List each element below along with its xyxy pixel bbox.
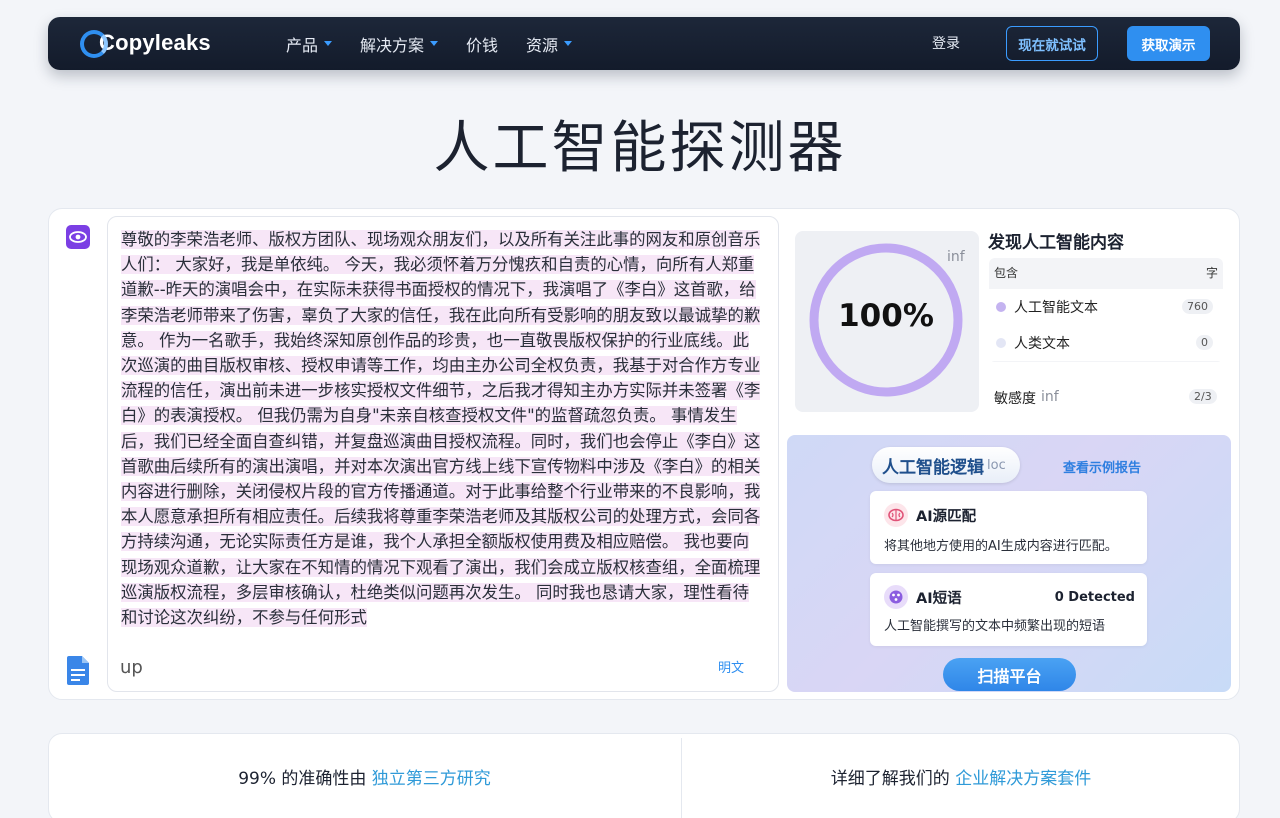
sensitivity-value[interactable]: 2/3	[1189, 389, 1217, 404]
accuracy-text: 99% 的准确性由	[238, 769, 372, 789]
editor-text-area[interactable]: 尊敬的李荣浩老师、版权方团队、现场观众朋友们，以及所有关注此事的网友和原创音乐人…	[121, 227, 761, 639]
menu-item-resources[interactable]: 资源	[526, 32, 573, 56]
score-inf-label: inf	[947, 249, 965, 265]
copyleaks-logo[interactable]: Copyleaks	[80, 27, 211, 59]
login-link[interactable]: 登录	[932, 33, 960, 53]
brain-icon	[884, 503, 908, 527]
stats-table: 包含 字 人工智能文本 760 人类文本 0	[989, 258, 1223, 362]
plaintext-toggle[interactable]: 明文	[718, 657, 744, 676]
ai-score-percent: 100%	[838, 298, 934, 334]
enterprise-text: 详细了解我们的	[830, 769, 956, 789]
ai-content-found-title: 发现人工智能内容	[988, 233, 1124, 253]
menu-item-label: 产品	[286, 35, 319, 55]
enterprise-note: 详细了解我们的 企业解决方案套件	[682, 764, 1240, 789]
third-party-research-link[interactable]: 独立第三方研究	[372, 769, 491, 789]
phrases-detected-count: 0 Detected	[1054, 590, 1135, 605]
page-title: 人工智能探测器	[433, 116, 847, 181]
editor-footer-text: up	[120, 657, 143, 678]
main-menu: 产品 解决方案 价钱 资源	[286, 17, 600, 70]
sparkle-icon	[884, 585, 908, 609]
sensitivity-inf: inf	[1041, 389, 1059, 405]
stat-count: 0	[1196, 335, 1213, 350]
enterprise-suite-link[interactable]: 企业解决方案套件	[955, 769, 1091, 789]
menu-item-label: 解决方案	[360, 35, 425, 55]
human-text-dot-icon	[996, 338, 1006, 348]
highlighted-ai-text: 尊敬的李荣浩老师、版权方团队、现场观众朋友们，以及所有关注此事的网友和原创音乐人…	[121, 230, 761, 628]
feature-ai-source-match[interactable]: AI源匹配 将其他地方使用的AI生成内容进行匹配。	[870, 491, 1147, 564]
menu-item-solutions[interactable]: 解决方案	[360, 32, 439, 56]
eye-icon[interactable]	[66, 225, 90, 249]
feature-title: AI源匹配	[916, 509, 977, 525]
view-example-report-link[interactable]: 查看示例报告	[1063, 457, 1141, 476]
menu-item-label: 价钱	[466, 35, 499, 55]
menu-item-products[interactable]: 产品	[286, 32, 333, 56]
top-navbar: Copyleaks 产品 解决方案 价钱 资源 登录 现在就试试 获取演示	[48, 17, 1240, 70]
sensitivity-label: 敏感度	[994, 391, 1036, 407]
stat-label: 人工智能文本	[1014, 300, 1098, 316]
stat-count: 760	[1182, 299, 1213, 314]
feature-title: AI短语	[916, 591, 962, 607]
logo-ring-icon	[80, 30, 108, 58]
menu-item-label: 资源	[526, 35, 559, 55]
feature-desc: 人工智能撰写的文本中频繁出现的短语	[884, 619, 1106, 634]
accuracy-note: 99% 的准确性由 独立第三方研究	[48, 764, 681, 789]
ai-logic-title-suffix: loc	[987, 457, 1006, 473]
ai-logic-title-pill: 人工智能逻辑 loc	[872, 447, 1020, 483]
scan-platform-button[interactable]: 扫描平台	[943, 658, 1076, 691]
try-now-button[interactable]: 现在就试试	[1006, 26, 1098, 61]
ai-text-dot-icon	[996, 302, 1006, 312]
stats-header: 包含 字	[994, 264, 1218, 281]
stat-row-ai-text: 人工智能文本 760	[989, 289, 1223, 325]
feature-desc: 将其他地方使用的AI生成内容进行匹配。	[884, 539, 1118, 554]
get-demo-button[interactable]: 获取演示	[1127, 26, 1210, 61]
text-editor[interactable]: 尊敬的李荣浩老师、版权方团队、现场观众朋友们，以及所有关注此事的网友和原创音乐人…	[107, 216, 779, 692]
logo-text: Copyleaks	[99, 30, 211, 55]
document-icon[interactable]	[67, 656, 89, 685]
menu-item-pricing[interactable]: 价钱	[466, 32, 498, 56]
ai-logic-title: 人工智能逻辑	[882, 457, 984, 478]
stats-col-words: 字	[1205, 266, 1218, 280]
stats-col-contains: 包含	[994, 266, 1019, 280]
chevron-down-icon	[430, 41, 439, 46]
chevron-down-icon	[564, 41, 573, 46]
stat-label: 人类文本	[1014, 336, 1070, 352]
feature-ai-phrases[interactable]: AI短语 0 Detected 人工智能撰写的文本中频繁出现的短语	[870, 573, 1147, 646]
chevron-down-icon	[324, 41, 333, 46]
stat-row-human-text: 人类文本 0	[989, 325, 1223, 361]
